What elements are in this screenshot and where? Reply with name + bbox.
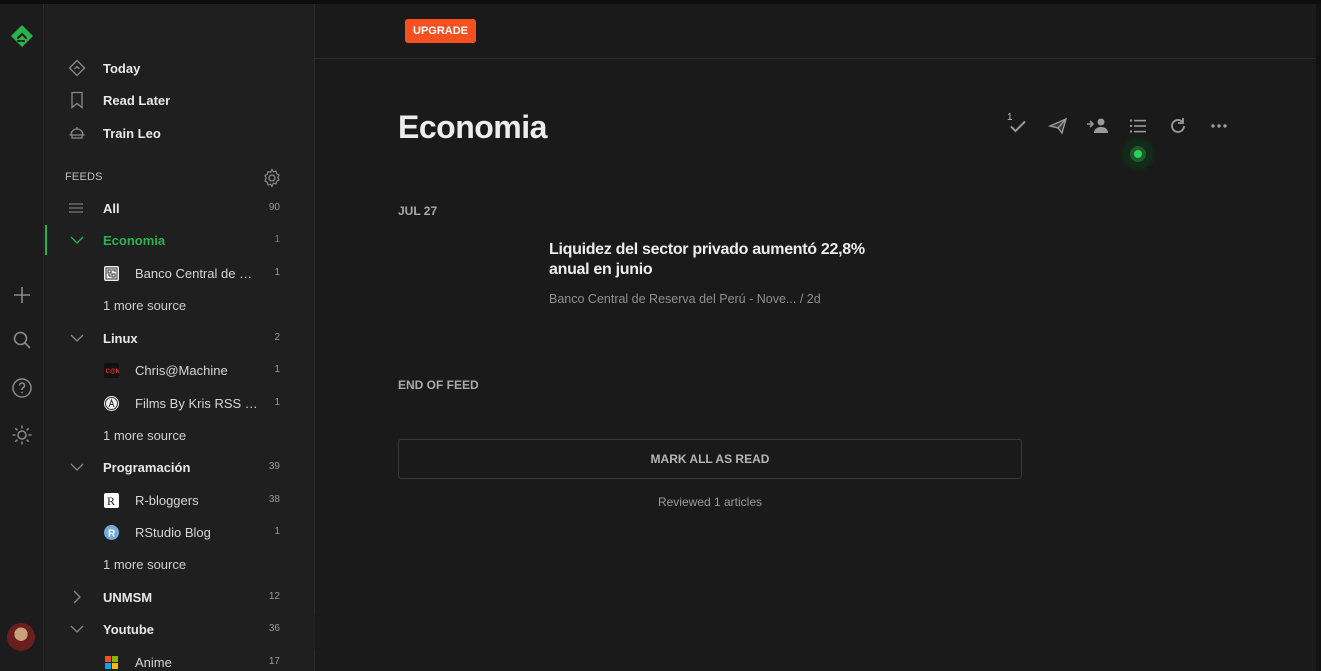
category-label: UNMSM [103,590,153,605]
unread-count: 1 [274,364,280,375]
main-content: UPGRADE Economia 1 JUL 27 Liquidez del s… [315,4,1321,671]
mark-as-read-icon[interactable] [1005,113,1031,139]
feed-favicon [104,266,119,281]
unread-count: 2 [274,332,280,343]
chevron-down-icon[interactable] [69,459,85,475]
unread-count: 90 [268,202,280,213]
category-label: Economia [103,233,166,248]
sidebar-item-unmsm[interactable]: UNMSM 12 [45,582,314,612]
sidebar-item-read-later[interactable]: Read Later [45,86,314,114]
category-label: Linux [103,331,138,346]
unread-count: 17 [268,656,280,667]
theme-toggle-icon[interactable] [9,422,35,448]
feed-favicon: R [104,525,119,540]
sidebar-item-all[interactable]: All 90 [45,193,314,223]
source-label: RStudio Blog [135,525,211,540]
source-label: Films By Kris RSS Feed [135,396,260,411]
sidebar-item-banco-central[interactable]: Banco Central de Reserva del Perú - Nove… [45,258,314,288]
more-sources-link[interactable]: 1 more source [45,290,314,320]
sidebar-item-economia[interactable]: Economia 1 [45,225,314,255]
article-title[interactable]: Liquidez del sector privado aumentó 22,8… [549,240,869,280]
unread-count: 1 [274,267,280,278]
article-meta: Banco Central de Reserva del Perú - Nove… [549,292,821,306]
category-label: Youtube [103,622,155,637]
unread-count: 1 [274,526,280,537]
list-lines-icon [69,201,83,219]
chevron-down-icon[interactable] [69,621,85,637]
add-content-icon[interactable] [9,282,35,308]
svg-text:R: R [107,494,115,508]
feed-favicon [104,655,119,670]
sidebar-item-rstudio-blog[interactable]: R RStudio Blog 1 [45,517,314,547]
live-status-indicator [1123,139,1153,169]
feed-favicon: R [104,493,119,508]
chevron-right-icon[interactable] [69,589,85,605]
svg-text:R: R [108,529,116,540]
help-icon[interactable] [9,375,35,401]
today-icon [66,57,88,79]
upgrade-button[interactable]: UPGRADE [405,19,477,43]
unread-count: 36 [268,623,280,634]
page-title: Economia [398,109,547,145]
refresh-icon[interactable] [1165,113,1191,139]
sidebar-item-today[interactable]: Today [45,54,314,82]
unread-count: 1 [274,397,280,408]
mark-all-as-read-button[interactable]: MARK ALL AS READ [398,439,1022,479]
sidebar-item-label: Today [103,60,141,76]
more-sources-label: 1 more source [103,298,187,313]
chevron-down-icon[interactable] [69,232,85,248]
sidebar-item-youtube[interactable]: Youtube 36 [45,614,314,644]
more-sources-link[interactable]: 1 more source [45,549,314,579]
reviewed-count-text: Reviewed 1 articles [657,495,763,509]
team-share-icon[interactable] [1085,113,1111,139]
feeds-section-title: FEEDS [65,171,103,183]
category-label: All [103,201,120,216]
sidebar-item-films-by-kris[interactable]: Films By Kris RSS Feed 1 [45,388,314,418]
source-label: Anime [135,655,172,670]
gear-icon[interactable] [261,167,283,189]
unread-count: 39 [268,461,280,472]
more-sources-label: 1 more source [103,428,187,443]
list-view-icon[interactable] [1125,113,1151,139]
sidebar: Today Read Later Train Leo FEEDS All 90 … [45,4,315,671]
feedly-logo-icon[interactable] [9,23,35,49]
top-bar: UPGRADE [315,4,1316,59]
source-label: Chris@Machine [135,363,228,378]
date-section-header: JUL 27 [398,204,438,218]
unread-count: 12 [268,591,280,602]
sidebar-item-label: Read Later [103,92,171,108]
category-label: Programación [103,460,191,475]
bookmark-icon [66,89,88,111]
feed-favicon: C@M [104,363,119,378]
source-label: R-bloggers [135,493,199,508]
sidebar-item-linux[interactable]: Linux 2 [45,323,314,353]
sidebar-item-label: Train Leo [103,125,161,141]
more-sources-link[interactable]: 1 more source [45,420,314,450]
unread-count: 1 [274,234,280,245]
sidebar-item-programacion[interactable]: Programación 39 [45,452,314,482]
svg-text:C@M: C@M [106,369,120,375]
source-label: Banco Central de Reserva del Perú - Nove… [135,266,260,281]
more-options-icon[interactable] [1206,113,1232,139]
left-rail [0,4,44,671]
more-sources-label: 1 more source [103,557,187,572]
sidebar-item-r-bloggers[interactable]: R R-bloggers 38 [45,485,314,515]
leo-icon [66,122,88,144]
article-entry[interactable]: Liquidez del sector privado aumentó 22,8… [549,240,869,306]
sidebar-item-chris-machine[interactable]: C@M Chris@Machine 1 [45,355,314,385]
unread-count: 38 [268,494,280,505]
chevron-down-icon[interactable] [69,330,85,346]
feed-favicon [104,396,119,411]
scrollbar[interactable] [1316,4,1321,671]
share-send-icon[interactable] [1045,113,1071,139]
sidebar-item-anime[interactable]: Anime 17 [45,647,314,671]
end-of-feed-label: END OF FEED [398,378,479,392]
search-icon[interactable] [9,327,35,353]
avatar[interactable] [7,623,35,651]
sidebar-item-train-leo[interactable]: Train Leo [45,119,314,147]
